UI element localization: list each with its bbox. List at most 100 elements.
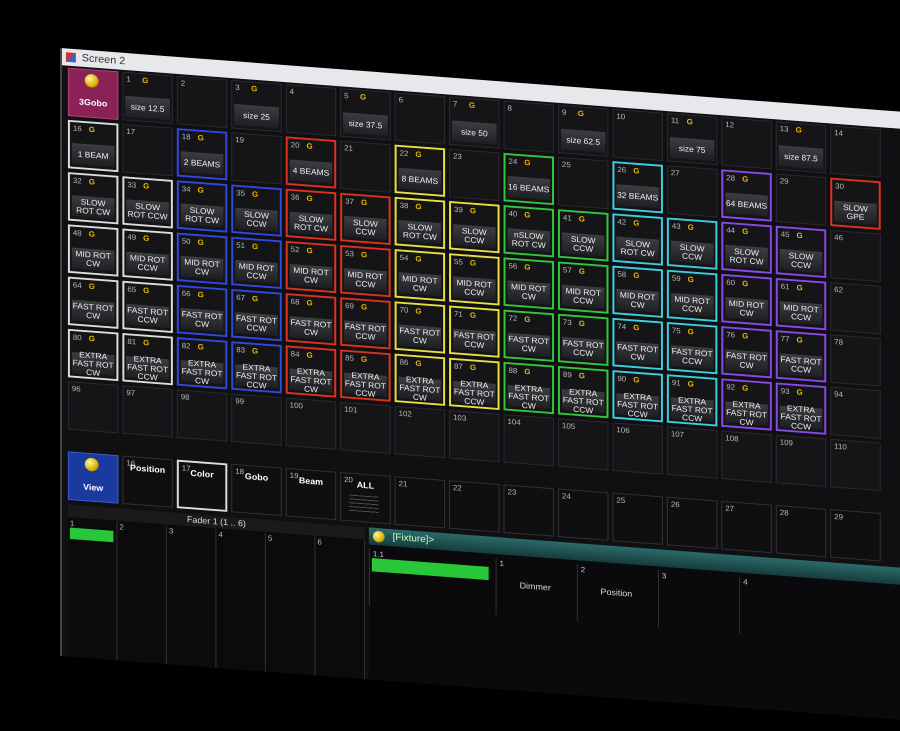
preset-cell[interactable]: 97 [122,385,173,438]
preset-cell[interactable]: 98 [176,389,228,442]
preset-cell[interactable]: 28 G 64 BEAMS [721,169,772,222]
preset-cell[interactable]: 19 [231,132,282,185]
preset-cell[interactable]: 38 G SLOW ROT CW [394,196,446,250]
empty-view-cell[interactable]: 25 [612,492,663,545]
preset-cell[interactable]: 2 [176,75,228,129]
preset-cell[interactable]: 7 Gsize 50 [449,96,500,149]
preset-cell[interactable]: 6 [394,92,446,145]
preset-cell[interactable]: 68 G FAST ROT CW [285,293,337,346]
preset-cell[interactable]: 109 [775,434,827,487]
preset-cell[interactable]: 110 [830,438,881,492]
preset-cell[interactable]: 105 [557,418,609,471]
empty-view-cell[interactable]: 24 [557,488,609,541]
preset-cell[interactable]: 92 G EXTRA FAST ROT CW [721,378,772,431]
preset-cell[interactable]: 83 G EXTRA FAST ROT CCW [231,341,282,394]
preset-cell[interactable]: 71 G FAST ROT CCW [449,305,500,358]
view-button-all[interactable]: 20 ALL [340,472,391,525]
preset-cell[interactable]: 69 G FAST ROT CCW [340,297,391,350]
preset-cell[interactable]: 73 G FAST ROT CCW [557,313,609,366]
fixture-column[interactable]: 4 [739,576,818,640]
preset-cell[interactable]: 61 G MID ROT CCW [775,277,827,331]
preset-cell[interactable]: 78 [830,334,881,387]
preset-cell[interactable]: 56 G MID ROT CW [503,257,555,310]
preset-cell[interactable]: 37 G SLOW CCW [340,192,391,245]
preset-cell[interactable]: 34 G SLOW ROT CW [176,180,228,233]
preset-cell[interactable]: 12 [721,117,772,170]
preset-cell[interactable]: 93 G EXTRA FAST ROT CCW [775,382,827,435]
preset-cell[interactable]: 102 [394,405,446,459]
preset-cell[interactable]: 58 G MID ROT CW [612,265,663,318]
preset-cell[interactable]: 82 G EXTRA FAST ROT CW [176,337,228,390]
preset-cell[interactable]: 99 [231,393,282,446]
preset-cell[interactable]: 86 G EXTRA FAST ROT CW [394,353,446,406]
fader-column[interactable]: 3 [166,525,217,668]
preset-cell[interactable]: 84 G EXTRA FAST ROT CW [285,345,337,398]
preset-cell[interactable]: 104 [503,414,555,467]
preset-cell[interactable]: 103 [449,409,500,463]
view-button-beam[interactable]: 19 Beam [285,467,337,521]
fader-column[interactable]: 1 [67,517,118,661]
preset-cell[interactable]: 44 G SLOW ROT CW [721,221,772,274]
preset-cell[interactable]: 88 G EXTRA FAST ROT CW [503,361,555,415]
fader-column[interactable]: 2 [117,521,167,665]
preset-cell[interactable]: 26 G 32 BEAMS [612,161,663,214]
preset-cell[interactable]: 36 G SLOW ROT CW [285,188,337,241]
preset-cell[interactable]: 57 G MID ROT CCW [557,261,609,314]
preset-cell[interactable]: 53 G MID ROT CCW [340,244,391,298]
preset-cell[interactable]: 17 [122,123,173,177]
preset-cell[interactable]: 23 [449,148,500,201]
preset-cell[interactable]: 22 G 8 BEAMS [394,144,446,197]
preset-cell[interactable]: 27 [666,165,718,218]
preset-cell[interactable]: 40 GnSLOW ROT CW [503,205,555,258]
fixture-column[interactable]: 3 [657,570,737,634]
preset-cell[interactable]: 70 G FAST ROT CW [394,301,446,354]
preset-cell[interactable]: 106 [612,422,663,475]
preset-cell[interactable]: 42 G SLOW ROT CW [612,213,663,266]
preset-cell[interactable]: 80 G EXTRA FAST ROT CW [67,328,119,382]
preset-cell[interactable]: 62 [830,282,881,335]
preset-cell[interactable]: 8 [503,100,555,153]
fader-column[interactable]: 5 [265,532,316,676]
preset-cell[interactable]: 54 G MID ROT CW [394,249,446,302]
preset-cell[interactable]: 77 G FAST ROT CCW [775,330,827,383]
preset-cell[interactable]: 24 G 16 BEAMS [503,152,555,206]
preset-cell[interactable]: 67 G FAST ROT CCW [231,288,282,342]
preset-cell[interactable]: 32 G SLOW ROT CW [67,172,119,225]
preset-cell[interactable]: 45 G SLOW CCW [775,225,827,278]
preset-cell[interactable]: 74 G FAST ROT CW [612,317,663,371]
preset-cell[interactable]: 66 G FAST ROT CW [176,284,228,338]
empty-view-cell[interactable]: 29 [830,509,881,562]
preset-cell[interactable]: 90 G EXTRA FAST ROT CCW [612,370,663,423]
preset-cell[interactable]: 49 G MID ROT CCW [122,228,173,281]
preset-cell[interactable]: 76 G FAST ROT CW [721,326,772,379]
preset-cell[interactable]: 101 [340,401,391,454]
fixture-column[interactable]: 1.1 [368,548,493,615]
preset-cell[interactable]: 5 Gsize 37.5 [340,88,391,141]
empty-view-cell[interactable]: 22 [449,480,500,533]
preset-cell[interactable]: 21 [340,140,391,193]
preset-cell[interactable]: 29 [775,173,827,226]
preset-cell[interactable]: 85 G EXTRA FAST ROT CCW [340,349,391,402]
view-button-view[interactable]: View [67,451,119,504]
preset-cell[interactable]: 43 G SLOW CCW [666,217,718,270]
preset-cell[interactable]: 10 [612,108,663,162]
preset-cell[interactable]: 41 G SLOW CCW [557,209,609,262]
preset-cell[interactable]: 87 G EXTRA FAST ROT CCW [449,357,500,410]
view-button-position[interactable]: 16 Position [122,455,173,508]
preset-cell[interactable]: 94 [830,386,881,439]
preset-cell[interactable]: 46 [830,229,881,283]
empty-view-cell[interactable]: 28 [775,505,827,558]
preset-cell[interactable]: 64 G FAST ROT CW [67,276,119,329]
preset-cell[interactable]: 52 G MID ROT CW [285,240,337,294]
preset-cell[interactable]: 107 [666,426,718,479]
preset-cell[interactable]: 20 G 4 BEAMS [285,136,337,189]
preset-cell[interactable]: 96 [67,381,119,434]
preset-cell[interactable]: 30 SLOW GPE [830,177,881,230]
fader-column[interactable]: 6 [315,536,365,680]
preset-cell[interactable]: 59 G MID ROT CCW [666,269,718,322]
empty-view-cell[interactable]: 21 [394,476,446,529]
preset-cell[interactable]: 3 Gsize 25 [231,79,282,133]
empty-view-cell[interactable]: 27 [721,500,772,554]
fixture-column[interactable]: 1 Dimmer [495,557,574,621]
preset-cell[interactable]: 35 G SLOW CCW [231,184,282,237]
